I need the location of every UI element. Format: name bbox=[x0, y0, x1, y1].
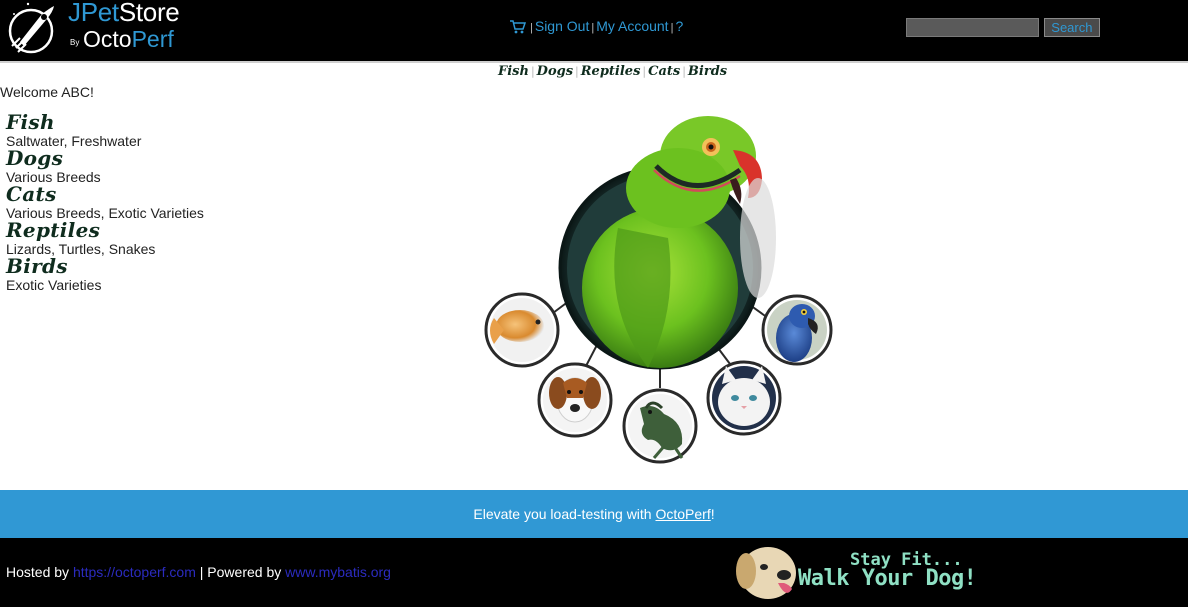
category-link-birds[interactable]: Birds bbox=[6, 255, 246, 277]
dogs-hotspot[interactable] bbox=[537, 362, 613, 438]
search-form: Search bbox=[906, 18, 1100, 37]
quicklink-cats[interactable]: Cats bbox=[648, 64, 680, 79]
reptiles-hotspot[interactable] bbox=[622, 388, 698, 464]
promo-text: Elevate you load-testing with bbox=[473, 506, 656, 522]
mybatis-link[interactable]: www.mybatis.org bbox=[285, 564, 391, 580]
cats-hotspot[interactable] bbox=[706, 360, 782, 436]
sidebar-item-fish: Fish Saltwater, Freshwater bbox=[6, 111, 246, 149]
menu-separator: | bbox=[670, 22, 674, 34]
sidebar-item-cats: Cats Various Breeds, Exotic Varieties bbox=[6, 183, 246, 221]
quick-links: Fish | Dogs | Reptiles | Cats | Birds bbox=[498, 64, 727, 79]
sign-out-link[interactable]: Sign Out bbox=[535, 18, 589, 34]
help-link[interactable]: ? bbox=[675, 18, 683, 34]
search-button[interactable]: Search bbox=[1043, 18, 1100, 37]
dog-face-icon bbox=[736, 547, 796, 599]
my-account-link[interactable]: My Account bbox=[596, 18, 668, 34]
logo-link[interactable]: JPetStore By OctoPerf bbox=[4, 0, 184, 60]
header: JPetStore By OctoPerf | Sign Out | My Accou… bbox=[0, 0, 1188, 61]
sidebar-item-birds: Birds Exotic Varieties bbox=[6, 255, 246, 293]
quicklink-dogs[interactable]: Dogs bbox=[537, 64, 573, 79]
fish-hotspot[interactable] bbox=[484, 292, 560, 368]
main-splash-image bbox=[484, 116, 833, 464]
user-name: ABC bbox=[61, 84, 91, 100]
footer: Hosted by https://octoperf.com | Powered… bbox=[0, 538, 1188, 607]
search-input[interactable] bbox=[906, 18, 1039, 37]
footer-credits: Hosted by https://octoperf.com | Powered… bbox=[6, 564, 391, 580]
header-divider bbox=[0, 61, 1188, 63]
top-menu: | Sign Out | My Account |? bbox=[510, 18, 683, 40]
octoperf-promo-link[interactable]: OctoPerf bbox=[655, 506, 710, 522]
quicklink-birds[interactable]: Birds bbox=[688, 64, 727, 79]
quicklink-separator: | bbox=[530, 65, 535, 78]
menu-separator: | bbox=[591, 22, 595, 34]
quicklink-separator: | bbox=[642, 65, 647, 78]
promo-banner: Elevate you load-testing with OctoPerf! bbox=[0, 490, 1188, 538]
cart-icon[interactable] bbox=[510, 20, 527, 37]
menu-separator: | bbox=[530, 22, 533, 34]
category-link-dogs[interactable]: Dogs bbox=[6, 147, 246, 169]
welcome-message: Welcome ABC! bbox=[0, 84, 94, 100]
category-link-reptiles[interactable]: Reptiles bbox=[6, 219, 246, 241]
banner-line2: Walk Your Dog! bbox=[798, 566, 977, 591]
quicklink-separator: | bbox=[682, 65, 686, 78]
quicklink-fish[interactable]: Fish bbox=[498, 64, 529, 79]
sidebar-item-reptiles: Reptiles Lizards, Turtles, Snakes bbox=[6, 219, 246, 257]
category-link-cats[interactable]: Cats bbox=[6, 183, 246, 205]
logo-title: JPetStore bbox=[68, 0, 180, 27]
category-description: Exotic Varieties bbox=[6, 277, 102, 293]
octoperf-footer-link[interactable]: https://octoperf.com bbox=[73, 564, 196, 580]
category-sidebar: Fish Saltwater, Freshwater Dogs Various … bbox=[6, 111, 246, 293]
quicklink-reptiles[interactable]: Reptiles bbox=[581, 64, 641, 79]
logo-brand: OctoPerf bbox=[83, 26, 174, 52]
walk-your-dog-banner[interactable]: Stay Fit... Walk Your Dog! bbox=[734, 541, 1004, 603]
sidebar-item-dogs: Dogs Various Breeds bbox=[6, 147, 246, 185]
logo-by: By bbox=[70, 38, 80, 47]
quicklink-separator: | bbox=[575, 65, 579, 78]
category-link-fish[interactable]: Fish bbox=[6, 111, 246, 133]
birds-hotspot[interactable] bbox=[761, 294, 833, 366]
rocket-logo-icon bbox=[8, 2, 54, 54]
birds-hotspot[interactable] bbox=[558, 116, 776, 370]
